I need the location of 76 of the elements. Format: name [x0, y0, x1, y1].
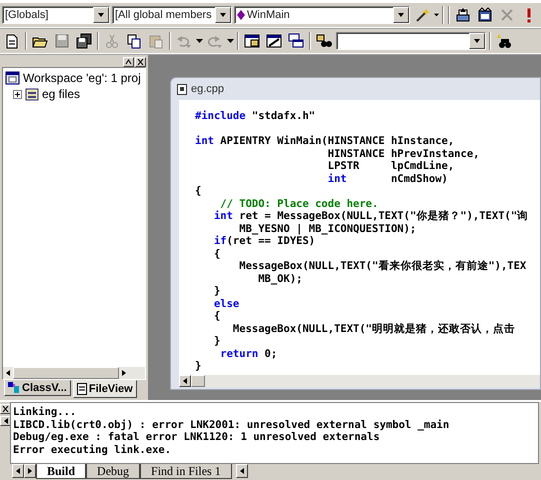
scope-combo[interactable]: [Globals]	[2, 6, 110, 24]
redo-icon	[207, 33, 223, 49]
output-tab[interactable]: Debug	[86, 464, 140, 479]
code-line: int ret = MessageBox(NULL,TEXT("你是猪？"),TEXT("询	[212, 210, 530, 222]
class-icon	[8, 382, 20, 394]
code-line: }	[212, 335, 222, 348]
window-title: eg.cpp	[191, 83, 224, 95]
code-line: // TODO: Place code here.	[219, 198, 380, 210]
scroll-thumb[interactable]	[13, 367, 119, 379]
output-window-icon	[266, 33, 282, 49]
code-line: }	[195, 360, 202, 372]
scope-combo[interactable]: WinMain	[234, 6, 410, 24]
new-file-icon	[4, 33, 20, 49]
scroll-left-button[interactable]	[12, 464, 24, 478]
close-button[interactable]	[135, 57, 146, 67]
expand-icon[interactable]	[13, 90, 22, 98]
scrollbar[interactable]	[3, 367, 145, 379]
output-line: Error executing link.exe.	[13, 444, 172, 456]
scroll-right-button[interactable]	[24, 464, 36, 478]
project-icon	[24, 87, 40, 101]
scope-combo[interactable]: [All global members	[112, 6, 232, 24]
paste-icon	[148, 33, 164, 49]
code-line: {	[195, 185, 202, 198]
scroll-thumb[interactable]	[191, 375, 205, 387]
scrollbar[interactable]	[179, 375, 540, 387]
output-line: Debug/eg.exe : fatal error LNK1120: 1 unresolved externals	[13, 431, 381, 444]
output-line: Linking...	[13, 406, 78, 418]
file-icon	[177, 84, 187, 94]
close-button[interactable]	[0, 404, 10, 414]
code-line: return 0;	[219, 348, 278, 360]
compile-icon	[455, 7, 471, 23]
window-icon	[244, 33, 260, 49]
save-all-icon	[76, 33, 92, 49]
copy-icon	[126, 33, 142, 49]
code-line: {	[212, 248, 222, 260]
build-icon	[477, 7, 493, 23]
panel-tab[interactable]: FileView	[72, 380, 137, 398]
find-field[interactable]	[336, 32, 486, 50]
windows-icon	[288, 33, 304, 49]
tree-item-label[interactable]: eg files	[42, 87, 80, 101]
code-line: MessageBox(NULL,TEXT("明明就是猪，还敢否认，点击	[232, 322, 516, 335]
code-line: MB_YESNO | MB_ICONQUESTION);	[238, 222, 418, 235]
output-tab[interactable]: Find in Files 1	[140, 464, 232, 479]
tree-item-label[interactable]: Workspace 'eg': 1 proj	[23, 71, 141, 85]
caret-icon[interactable]	[227, 39, 234, 43]
code-line: MessageBox(NULL,TEXT("看来你很老实，有前途"),TEX	[238, 260, 528, 272]
code-line: LPSTR lpCmdLine,	[326, 160, 456, 172]
code-line: }	[212, 285, 222, 298]
restore-button[interactable]	[0, 416, 10, 426]
exclamation-icon	[527, 8, 531, 22]
caret-icon[interactable]	[196, 39, 203, 43]
cross-icon	[499, 7, 515, 23]
maximize-button[interactable]	[123, 57, 134, 67]
diamond-icon	[237, 10, 245, 20]
file-icon	[76, 383, 87, 395]
scroll-left-button[interactable]	[179, 375, 191, 387]
code-line: HINSTANCE hPrevInstance,	[326, 148, 480, 160]
code-line: if(ret == IDYES)	[212, 235, 316, 248]
undo-icon	[176, 33, 192, 49]
code-line: MB_OK);	[257, 272, 304, 285]
code-line: int APIENTRY WinMain(HINSTANCE hInstance,	[195, 135, 456, 148]
binoculars-icon	[496, 33, 512, 49]
code-line: {	[212, 310, 222, 322]
code-line: else	[212, 298, 240, 310]
scroll-left-button[interactable]	[236, 464, 248, 478]
panel-tab[interactable]: ClassV...	[4, 380, 71, 396]
cut-icon	[104, 33, 120, 49]
output-line: LIBCD.lib(crt0.obj) : error LNK2001: unresolved external symbol _main	[13, 418, 450, 431]
code-line: #include "stdafx.h"	[195, 110, 316, 122]
workspace-icon	[5, 71, 21, 85]
code-line: int nCmdShow)	[326, 172, 449, 185]
caret-icon[interactable]	[434, 13, 439, 17]
find-in-files-icon	[316, 33, 332, 49]
wand-icon	[414, 7, 430, 23]
save-icon	[54, 33, 70, 49]
output-tab[interactable]: Build	[36, 464, 86, 479]
